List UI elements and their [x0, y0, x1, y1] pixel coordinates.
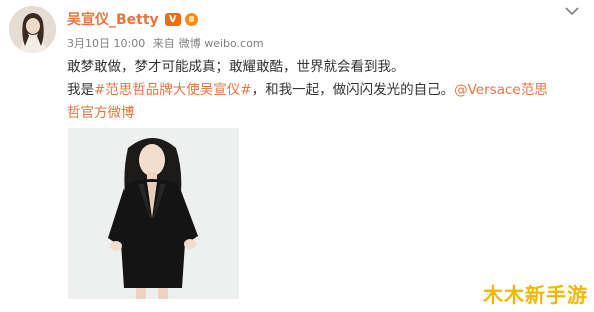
source-prefix: 来自: [152, 37, 175, 50]
avatar-image: [9, 6, 56, 53]
avatar[interactable]: [9, 6, 56, 53]
post-meta: 3月10日 10:00 来自 微博 weibo.com: [67, 35, 268, 51]
post-source[interactable]: 微博 weibo.com: [179, 37, 264, 50]
username[interactable]: 吴宣仪_Betty: [67, 9, 159, 29]
vip-badge-icon: V: [164, 12, 181, 26]
level-badge-icon: [184, 12, 198, 26]
post-date[interactable]: 3月10日 10:00: [67, 37, 145, 50]
chevron-down-icon[interactable]: [564, 5, 580, 17]
hashtag-link[interactable]: #范思哲品牌大使吴宣仪#: [94, 82, 252, 98]
watermark-text: 木木新手游: [483, 283, 588, 307]
line2-prefix: 我是: [67, 82, 94, 98]
photo-image: [68, 128, 239, 299]
weibo-post: 吴宣仪_Betty V 3月10日 10:00 来自 微博 weibo.com 敢…: [0, 0, 594, 312]
line2-middle: ，和我一起，做闪闪发光的自己。: [251, 82, 455, 98]
post-text-line-1: 敢梦敢做，梦才可能成真；敢耀敢酷，世界就会看到我。: [67, 59, 405, 75]
post-photo[interactable]: [68, 128, 239, 299]
mention-link-continued[interactable]: 哲官方微博: [67, 105, 135, 121]
name-row: 吴宣仪_Betty V: [67, 10, 198, 28]
post-text-line-2: 我是#范思哲品牌大使吴宣仪#，和我一起，做闪闪发光的自己。@Versace范思: [67, 80, 582, 100]
post-text-line-3: 哲官方微博: [67, 103, 582, 123]
mention-link[interactable]: @Versace范思: [454, 82, 548, 98]
